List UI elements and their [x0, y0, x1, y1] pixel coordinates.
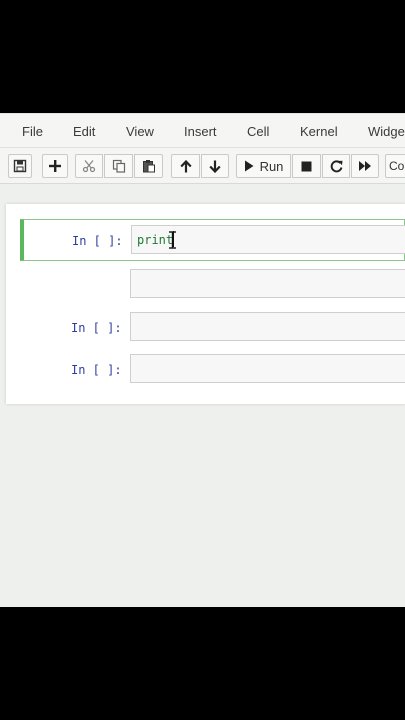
code-editor[interactable]	[130, 269, 405, 298]
arrow-down-icon	[209, 160, 221, 173]
mouse-ibeam-cursor-icon	[169, 231, 176, 249]
move-down-button[interactable]	[201, 154, 229, 178]
code-cell[interactable]: In [ ]:	[6, 350, 405, 388]
menu-kernel[interactable]: Kernel	[300, 124, 338, 139]
code-cell[interactable]	[6, 266, 405, 304]
paste-button[interactable]	[134, 154, 163, 178]
menu-widgets[interactable]: Widge	[368, 124, 405, 139]
menu-insert[interactable]: Insert	[184, 124, 217, 139]
copy-button[interactable]	[104, 154, 133, 178]
code-editor[interactable]	[130, 354, 405, 383]
code-cell[interactable]: In [ ]:	[6, 308, 405, 346]
run-button-label: Run	[259, 158, 284, 174]
code-cell-selected[interactable]: In [ ]: print	[20, 219, 405, 261]
paste-icon	[142, 160, 155, 173]
save-button[interactable]	[8, 154, 32, 178]
code-editor[interactable]: print	[131, 225, 405, 254]
menu-edit[interactable]: Edit	[73, 124, 95, 139]
interrupt-kernel-button[interactable]	[292, 154, 321, 178]
plus-icon	[49, 160, 61, 172]
menu-file[interactable]: File	[22, 124, 43, 139]
insert-cell-button[interactable]	[42, 154, 68, 178]
cut-button[interactable]	[75, 154, 103, 178]
copy-icon	[112, 159, 125, 173]
menu-view[interactable]: View	[126, 124, 154, 139]
restart-run-all-button[interactable]	[351, 154, 379, 178]
jupyter-notebook-window: File Edit View Insert Cell Kernel Widge	[0, 113, 405, 607]
notebook-container: In [ ]: print In [ ]: In [ ]:	[6, 204, 405, 404]
move-up-button[interactable]	[171, 154, 200, 178]
input-prompt: In [ ]:	[71, 321, 122, 335]
fast-forward-icon	[359, 161, 371, 171]
input-prompt: In [ ]:	[72, 234, 123, 248]
toolbar: Run Co	[0, 148, 405, 184]
menu-cell[interactable]: Cell	[247, 124, 269, 139]
restart-icon	[330, 159, 342, 172]
scissors-icon	[82, 160, 96, 173]
run-button[interactable]: Run	[236, 154, 291, 178]
code-editor[interactable]	[130, 312, 405, 341]
play-icon	[244, 160, 254, 172]
menu-bar: File Edit View Insert Cell Kernel Widge	[0, 113, 405, 148]
cell-type-select[interactable]: Co	[385, 154, 405, 178]
input-prompt: In [ ]:	[71, 363, 122, 377]
arrow-up-icon	[179, 159, 192, 172]
stop-icon	[301, 161, 312, 171]
restart-kernel-button[interactable]	[322, 154, 350, 178]
save-icon	[13, 159, 27, 173]
cell-type-label: Co	[389, 159, 405, 173]
